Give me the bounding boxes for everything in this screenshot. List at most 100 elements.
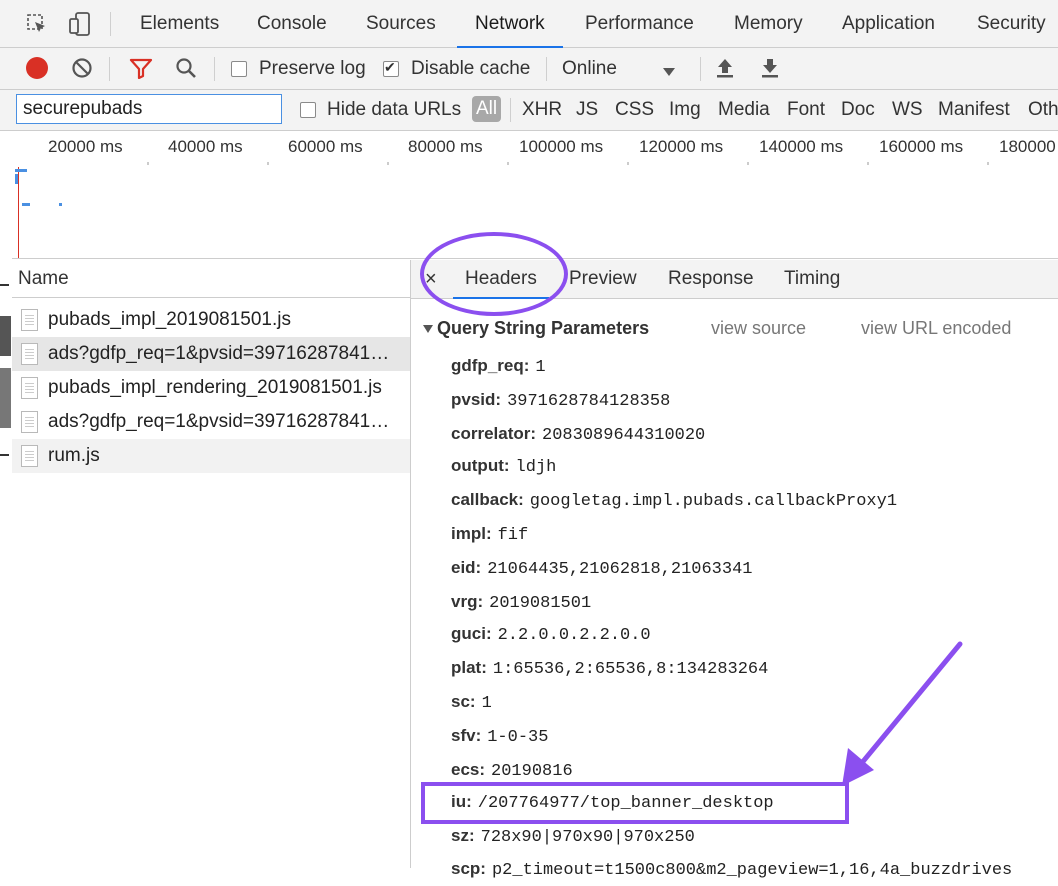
param-value: p2_timeout=t1500c800&m2_pageview=1,16,4a…	[491, 861, 1013, 880]
param-value: fif	[497, 526, 529, 545]
tab-network[interactable]: Network	[457, 0, 563, 48]
request-row[interactable]: rum.js	[12, 439, 410, 473]
filter-type-css[interactable]: CSS	[615, 90, 654, 130]
filter-type-js[interactable]: JS	[576, 90, 598, 130]
request-row[interactable]: ads?gdfp_req=1&pvsid=39716287841…	[12, 337, 410, 371]
tab-console[interactable]: Console	[257, 0, 327, 47]
toolbar-divider	[109, 57, 110, 81]
query-param: plat: 1:65536,2:65536,8:134283264	[451, 653, 768, 683]
section-title[interactable]: Query String Parameters	[437, 318, 649, 339]
request-name: ads?gdfp_req=1&pvsid=39716287841…	[48, 411, 390, 432]
filter-type-media[interactable]: Media	[718, 90, 770, 130]
request-row[interactable]: pubads_impl_rendering_2019081501.js	[12, 371, 410, 405]
timeline-gridmark	[387, 162, 389, 165]
filter-type-other[interactable]: Oth	[1028, 90, 1058, 130]
import-har-icon[interactable]	[714, 57, 736, 79]
network-overview[interactable]: 20000 ms 40000 ms 60000 ms 80000 ms 1000…	[12, 131, 1058, 259]
query-param: scp: p2_timeout=t1500c800&m2_pageview=1,1…	[451, 854, 1012, 884]
page-edge-line	[0, 284, 9, 286]
query-param: guci: 2.2.0.0.2.2.0.0	[451, 619, 651, 649]
hide-data-urls-checkbox[interactable]	[300, 102, 316, 118]
filter-type-font[interactable]: Font	[787, 90, 825, 130]
toolbar-divider	[214, 57, 215, 81]
filter-input[interactable]	[16, 94, 282, 124]
query-param: sc: 1	[451, 687, 492, 717]
file-icon	[21, 377, 38, 399]
tab-elements[interactable]: Elements	[140, 0, 219, 47]
filter-bar: Hide data URLs All XHR JS CSS Img Media …	[0, 90, 1058, 131]
timeline-gridmark	[747, 162, 749, 165]
param-value: 2083089644310020	[542, 426, 706, 445]
toolbar-divider	[546, 57, 547, 81]
query-param: sz: 728x90|970x90|970x250	[451, 821, 695, 851]
close-icon[interactable]: ×	[425, 260, 437, 298]
tab-timing[interactable]: Timing	[784, 260, 840, 298]
request-name: pubads_impl_2019081501.js	[48, 309, 291, 330]
param-key: sfv:	[451, 726, 482, 745]
query-param: sfv: 1-0-35	[451, 721, 548, 751]
preserve-log-checkbox[interactable]	[231, 61, 247, 77]
param-key: iu:	[451, 792, 472, 811]
filter-type-manifest[interactable]: Manifest	[938, 90, 1010, 130]
file-icon	[21, 411, 38, 433]
view-url-encoded-link[interactable]: view URL encoded	[861, 318, 1011, 339]
clear-icon[interactable]	[71, 57, 93, 79]
inspect-element-icon[interactable]	[26, 13, 48, 35]
detail-tab-bar: × Headers Preview Response Timing	[411, 260, 1058, 299]
triangle-down-icon[interactable]	[422, 322, 434, 334]
filter-type-ws[interactable]: WS	[892, 90, 923, 130]
param-key: vrg:	[451, 592, 484, 611]
export-har-icon[interactable]	[759, 57, 781, 79]
toolbar-divider	[700, 57, 701, 81]
tab-application[interactable]: Application	[842, 0, 935, 47]
devtools-tab-bar: Elements Console Sources Network Perform…	[0, 0, 1058, 48]
tab-response[interactable]: Response	[668, 260, 754, 298]
request-row[interactable]: ads?gdfp_req=1&pvsid=39716287841…	[12, 405, 410, 439]
search-icon[interactable]	[174, 56, 198, 80]
request-row[interactable]: pubads_impl_2019081501.js	[12, 303, 410, 337]
timeline-tick: 40000 ms	[168, 137, 243, 156]
query-param: gdfp_req: 1	[451, 351, 546, 381]
record-icon[interactable]	[26, 57, 48, 79]
name-column-header[interactable]: Name	[12, 260, 410, 298]
device-toolbar-icon[interactable]	[68, 11, 92, 37]
request-bar	[59, 203, 62, 206]
filter-type-img[interactable]: Img	[669, 90, 701, 130]
filter-type-all[interactable]: All	[472, 96, 501, 122]
tab-performance[interactable]: Performance	[585, 0, 694, 47]
tab-security[interactable]: Security	[977, 0, 1046, 47]
param-key: output:	[451, 456, 510, 475]
param-key: plat:	[451, 658, 487, 677]
param-value: 3971628784128358	[507, 392, 671, 411]
page-edge-image	[0, 316, 11, 356]
network-toolbar: Preserve log Disable cache Online	[0, 48, 1058, 90]
tab-headers[interactable]: Headers	[453, 260, 549, 299]
param-value: 1	[535, 358, 546, 377]
tab-preview[interactable]: Preview	[569, 260, 637, 298]
param-key: correlator:	[451, 424, 537, 443]
timeline-tick: 80000 ms	[408, 137, 483, 156]
chevron-down-icon[interactable]	[662, 64, 676, 76]
timeline-gridmark	[147, 162, 149, 165]
param-key: sc:	[451, 692, 476, 711]
param-key: scp:	[451, 859, 486, 878]
tab-sources[interactable]: Sources	[366, 0, 436, 47]
view-source-link[interactable]: view source	[711, 318, 806, 339]
preserve-log-label: Preserve log	[259, 58, 366, 79]
disable-cache-checkbox[interactable]	[383, 59, 399, 77]
throttle-select[interactable]: Online	[562, 48, 617, 89]
tab-memory[interactable]: Memory	[734, 0, 803, 47]
filter-type-doc[interactable]: Doc	[841, 90, 875, 130]
hide-data-urls-label: Hide data URLs	[327, 99, 462, 120]
param-value: 2019081501	[489, 594, 592, 613]
request-bar	[22, 203, 30, 206]
query-param: correlator: 2083089644310020	[451, 419, 705, 449]
query-param: ecs: 20190816	[451, 755, 573, 785]
filter-type-xhr[interactable]: XHR	[522, 90, 562, 130]
filter-icon[interactable]	[129, 57, 153, 80]
param-key: gdfp_req:	[451, 356, 530, 375]
param-value: 728x90|970x90|970x250	[480, 828, 695, 847]
page-edge-image	[0, 368, 11, 428]
query-param: impl: fif	[451, 519, 528, 549]
timeline-gridmark	[627, 162, 629, 165]
